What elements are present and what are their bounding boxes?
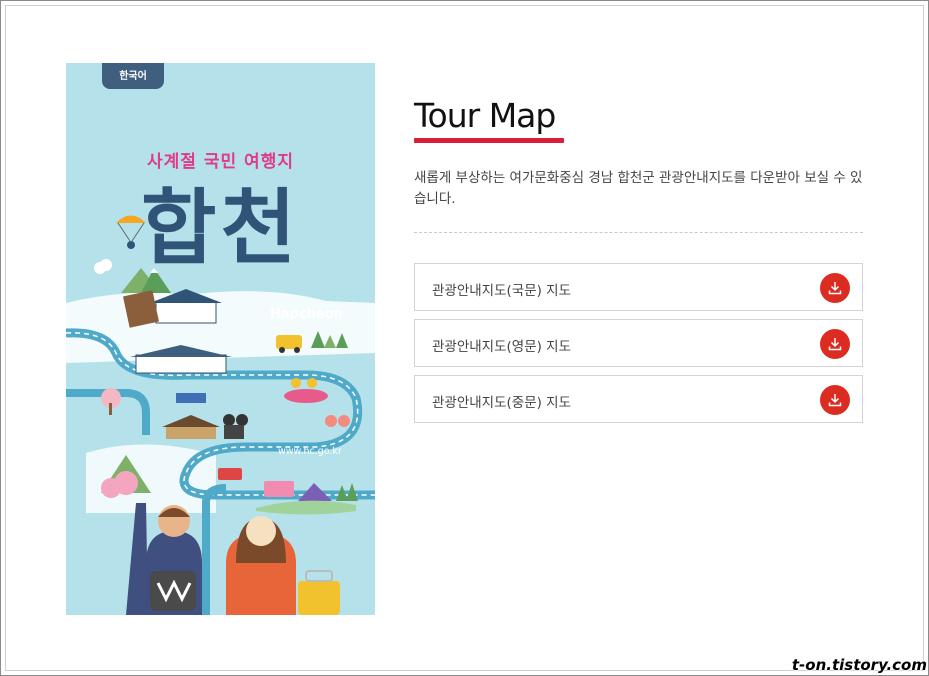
download-icon[interactable] [820,273,850,303]
title-underline [414,138,564,143]
download-icon[interactable] [820,385,850,415]
cover-title: 합천 [141,181,300,276]
watermark: t-on.tistory.com [791,656,927,674]
tour-map-cover-image[interactable]: 한국어 사계절 국민 여행지 합천 Hapcheon www.hc.go.kr [66,63,375,615]
page-title: Tour Map [414,96,556,135]
cover-illustration [66,63,375,615]
download-label: 관광안내지도(영문) 지도 [432,339,572,355]
download-icon[interactable] [820,329,850,359]
language-tab: 한국어 [102,63,164,89]
page-description: 새롭게 부상하는 여가문화중심 경남 합천군 관광안내지도를 다운받아 보실 수… [414,170,863,207]
download-item-korean[interactable]: 관광안내지도(국문) 지도 [414,263,863,311]
download-item-english[interactable]: 관광안내지도(영문) 지도 [414,319,863,367]
section-divider [414,232,863,233]
tour-map-section: Tour Map 새롭게 부상하는 여가문화중심 경남 합천군 관광안내지도를 … [414,96,863,431]
download-label: 관광안내지도(국문) 지도 [432,283,572,299]
cover-url: www.hc.go.kr [278,446,342,457]
download-item-chinese[interactable]: 관광안내지도(중문) 지도 [414,375,863,423]
download-list: 관광안내지도(국문) 지도 관광안내지도(영문) 지도 관광안내지도(중문) 지… [414,263,863,423]
cover-brand: Hapcheon [270,307,343,322]
download-label: 관광안내지도(중문) 지도 [432,395,572,411]
